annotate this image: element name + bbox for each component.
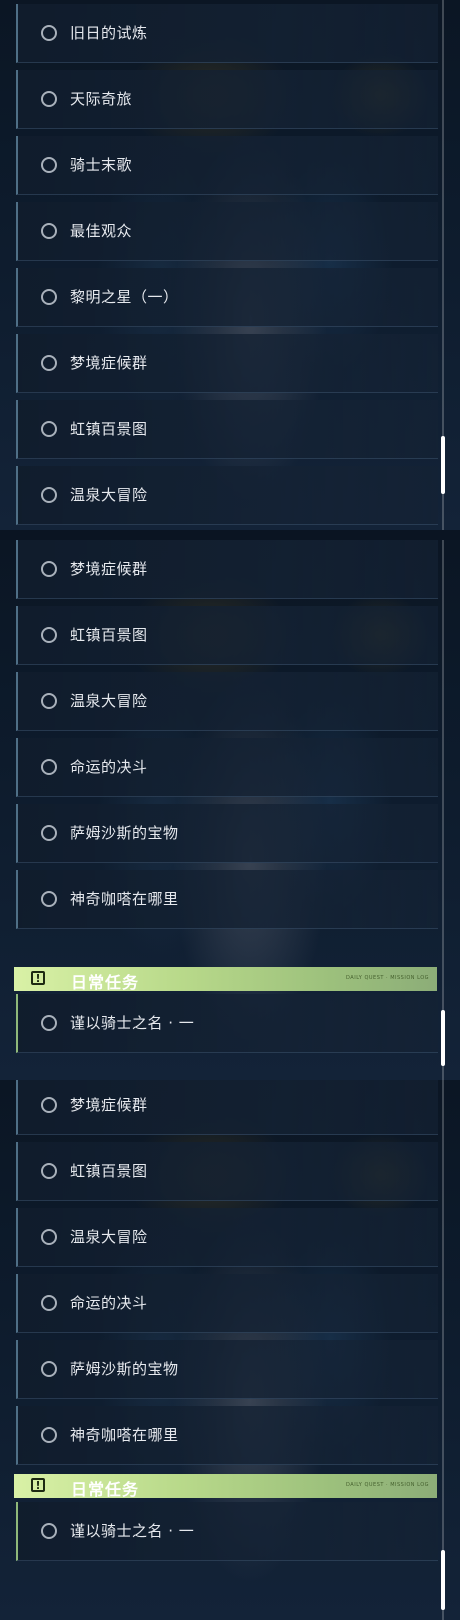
- quest-list-panel-1: 旧日的试炼 天际奇旅 骑士末歌 最佳观众 黎明之星（一） 梦境症候群 虹镇百景图…: [0, 0, 460, 530]
- quest-circle-icon: [41, 355, 57, 371]
- exclamation-icon: !: [31, 1478, 45, 1492]
- quest-circle-icon: [41, 627, 57, 643]
- quest-item[interactable]: 虹镇百景图: [16, 606, 438, 665]
- quest-circle-icon: [41, 421, 57, 437]
- quest-circle-icon: [41, 1229, 57, 1245]
- category-title: 日常任务: [71, 1480, 140, 1499]
- quest-circle-icon: [41, 891, 57, 907]
- quest-label: 梦境症候群: [70, 1096, 148, 1114]
- daily-quest-item[interactable]: 谨以骑士之名 · 一: [16, 1502, 438, 1561]
- scrollbar-thumb[interactable]: [441, 436, 445, 494]
- quest-item[interactable]: 旧日的试炼: [16, 4, 438, 63]
- quest-circle-icon: [41, 157, 57, 173]
- quest-circle-icon: [41, 693, 57, 709]
- scrollbar-track[interactable]: [442, 540, 444, 1080]
- quest-label: 骑士末歌: [70, 156, 133, 174]
- quest-circle-icon: [41, 223, 57, 239]
- scrollbar-thumb[interactable]: [441, 1550, 445, 1610]
- quest-item[interactable]: 温泉大冒险: [16, 672, 438, 731]
- quest-circle-icon: [41, 487, 57, 503]
- quest-label: 最佳观众: [70, 222, 133, 240]
- quest-label: 梦境症候群: [70, 354, 148, 372]
- quest-circle-icon: [41, 1163, 57, 1179]
- quest-item[interactable]: 神奇咖嗒在哪里: [16, 870, 438, 929]
- quest-label: 旧日的试炼: [70, 24, 148, 42]
- exclamation-icon: !: [31, 971, 45, 985]
- quest-label: 天际奇旅: [70, 90, 133, 108]
- quest-item[interactable]: 命运的决斗: [16, 738, 438, 797]
- quest-circle-icon: [41, 289, 57, 305]
- quest-label: 命运的决斗: [70, 758, 148, 776]
- quest-item[interactable]: 骑士末歌: [16, 136, 438, 195]
- quest-circle-icon: [41, 25, 57, 41]
- quest-item[interactable]: 黎明之星（一）: [16, 268, 438, 327]
- quest-circle-icon: [41, 825, 57, 841]
- quest-label: 神奇咖嗒在哪里: [70, 1426, 179, 1444]
- category-code: DAILY QUEST · MISSION LOG: [346, 1482, 429, 1488]
- category-title: 日常任务: [71, 973, 140, 992]
- quest-label: 谨以骑士之名 · 一: [70, 1522, 195, 1540]
- quest-item[interactable]: 命运的决斗: [16, 1274, 438, 1333]
- category-header-daily[interactable]: ! 日常任务 DAILY QUEST · MISSION LOG: [14, 967, 437, 992]
- quest-circle-icon: [41, 91, 57, 107]
- quest-item[interactable]: 最佳观众: [16, 202, 438, 261]
- quest-item[interactable]: 虹镇百景图: [16, 400, 438, 459]
- quest-circle-icon: [41, 759, 57, 775]
- quest-label: 萨姆沙斯的宝物: [70, 1360, 179, 1378]
- quest-circle-icon: [41, 561, 57, 577]
- quest-label: 虹镇百景图: [70, 420, 148, 438]
- quest-label: 黎明之星（一）: [70, 288, 179, 306]
- quest-item[interactable]: 萨姆沙斯的宝物: [16, 1340, 438, 1399]
- quest-item[interactable]: 温泉大冒险: [16, 1208, 438, 1267]
- quest-label: 梦境症候群: [70, 560, 148, 578]
- quest-label: 萨姆沙斯的宝物: [70, 824, 179, 842]
- quest-item[interactable]: 天际奇旅: [16, 70, 438, 129]
- quest-list-panel-3: 梦境症候群 虹镇百景图 温泉大冒险 命运的决斗 萨姆沙斯的宝物 神奇咖嗒在哪里 …: [0, 1080, 460, 1620]
- quest-label: 神奇咖嗒在哪里: [70, 890, 179, 908]
- quest-item[interactable]: 梦境症候群: [16, 540, 438, 599]
- quest-label: 虹镇百景图: [70, 1162, 148, 1180]
- quest-item[interactable]: 温泉大冒险: [16, 466, 438, 525]
- quest-label: 温泉大冒险: [70, 486, 148, 504]
- quest-circle-icon: [41, 1015, 57, 1031]
- quest-item[interactable]: 神奇咖嗒在哪里: [16, 1406, 438, 1465]
- scrollbar-track[interactable]: [442, 1080, 444, 1620]
- quest-circle-icon: [41, 1427, 57, 1443]
- quest-label: 命运的决斗: [70, 1294, 148, 1312]
- category-code: DAILY QUEST · MISSION LOG: [346, 975, 429, 981]
- quest-item[interactable]: 梦境症候群: [16, 334, 438, 393]
- category-header-daily[interactable]: ! 日常任务 DAILY QUEST · MISSION LOG: [14, 1474, 437, 1499]
- quest-list-panel-2: 梦境症候群 虹镇百景图 温泉大冒险 命运的决斗 萨姆沙斯的宝物 神奇咖嗒在哪里 …: [0, 540, 460, 1080]
- quest-circle-icon: [41, 1097, 57, 1113]
- quest-label: 温泉大冒险: [70, 1228, 148, 1246]
- daily-quest-item[interactable]: 谨以骑士之名 · 一: [16, 994, 438, 1053]
- quest-item[interactable]: 虹镇百景图: [16, 1142, 438, 1201]
- quest-label: 温泉大冒险: [70, 692, 148, 710]
- quest-circle-icon: [41, 1361, 57, 1377]
- quest-label: 虹镇百景图: [70, 626, 148, 644]
- quest-label: 谨以骑士之名 · 一: [70, 1014, 195, 1032]
- quest-item[interactable]: 梦境症候群: [16, 1080, 438, 1135]
- quest-circle-icon: [41, 1295, 57, 1311]
- scrollbar-thumb[interactable]: [441, 1010, 445, 1066]
- quest-item[interactable]: 萨姆沙斯的宝物: [16, 804, 438, 863]
- quest-circle-icon: [41, 1523, 57, 1539]
